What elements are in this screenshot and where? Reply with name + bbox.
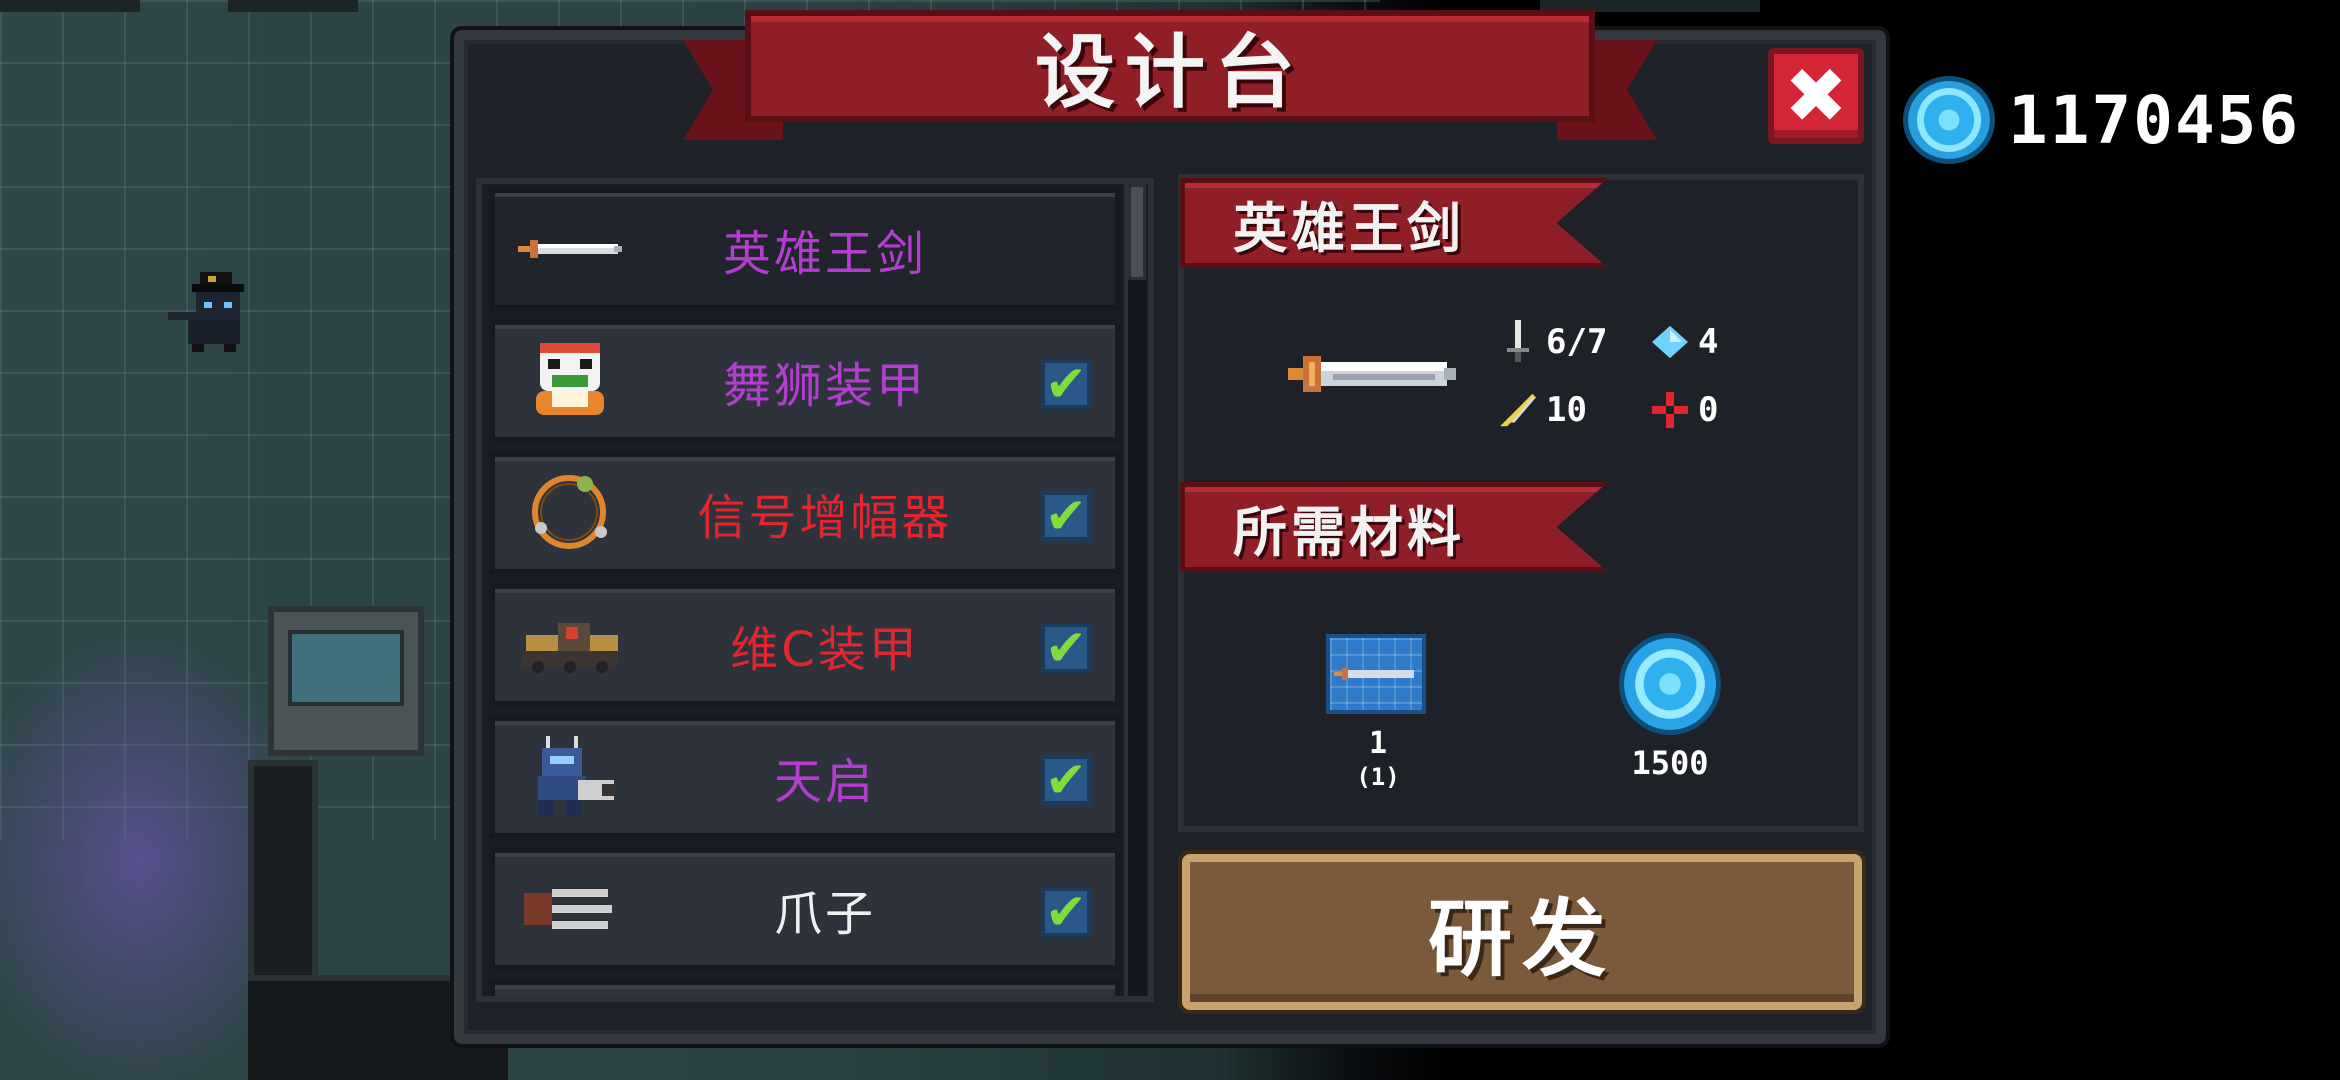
checkmark-icon: ✔ bbox=[1045, 751, 1087, 809]
material-gems: 1500 bbox=[1620, 638, 1720, 782]
owned-checkbox: ✔ bbox=[1041, 755, 1091, 805]
stat-energy: 4 bbox=[1652, 322, 1718, 362]
checkmark-icon: ✔ bbox=[1045, 883, 1087, 941]
item-name: 英雄王剑 bbox=[722, 226, 927, 282]
scroll-thumb[interactable] bbox=[1128, 184, 1146, 280]
wall-segment bbox=[0, 0, 140, 12]
materials-ribbon: 所需材料 bbox=[1180, 482, 1608, 572]
stat-damage-value: 6/7 bbox=[1546, 322, 1608, 362]
list-item-claw[interactable]: 爪子 ✔ bbox=[490, 848, 1120, 970]
claw-icon bbox=[515, 867, 625, 951]
blueprint-list[interactable]: 英雄王剑 舞狮装甲 ✔ 信号增幅器 ✔ 维C装甲 ✔ 天启 ✔ 爪子 ✔ bbox=[476, 178, 1154, 1002]
item-name-ribbon: 英雄王剑 bbox=[1180, 178, 1608, 268]
checkmark-icon: ✔ bbox=[1045, 355, 1087, 413]
material-blueprint: 1 (1) bbox=[1326, 634, 1430, 791]
item-name: 天启 bbox=[773, 754, 876, 810]
list-item-partial[interactable] bbox=[490, 980, 1120, 996]
owned-checkbox: ✔ bbox=[1041, 623, 1091, 673]
item-name: 舞狮装甲 bbox=[722, 358, 927, 414]
materials-title: 所需材料 bbox=[1233, 500, 1465, 564]
list-item-vitamin-c-armor[interactable]: 维C装甲 ✔ bbox=[490, 584, 1120, 706]
lion-dance-icon bbox=[515, 339, 625, 423]
list-scrollbar[interactable] bbox=[1124, 184, 1146, 996]
sword-icon bbox=[515, 207, 625, 291]
list-item-hero-sword[interactable]: 英雄王剑 bbox=[490, 188, 1120, 310]
detail-item-name: 英雄王剑 bbox=[1233, 196, 1465, 260]
title-ribbon: 设计台 bbox=[683, 10, 1657, 140]
owned-checkbox: ✔ bbox=[1041, 887, 1091, 937]
item-name: 信号增幅器 bbox=[697, 490, 953, 546]
stat-spread: 0 bbox=[1652, 390, 1718, 430]
stat-damage: 6/7 bbox=[1500, 320, 1608, 362]
dagger-icon bbox=[1500, 320, 1536, 362]
list-item-signal-amplifier[interactable]: 信号增幅器 ✔ bbox=[490, 452, 1120, 574]
owned-checkbox: ✔ bbox=[1041, 491, 1091, 541]
crosshair-icon bbox=[1652, 390, 1688, 430]
close-icon: ✖ bbox=[1784, 51, 1848, 140]
stat-crit-value: 10 bbox=[1546, 390, 1587, 430]
cat-character-icon bbox=[168, 272, 244, 352]
stat-spread-value: 0 bbox=[1698, 390, 1719, 430]
close-button[interactable]: ✖ bbox=[1768, 48, 1864, 144]
list-item-lion-dance-armor[interactable]: 舞狮装甲 ✔ bbox=[490, 320, 1120, 442]
item-name: 爪子 bbox=[773, 886, 876, 942]
owned-checkbox: ✔ bbox=[1041, 359, 1091, 409]
tank-icon bbox=[515, 603, 625, 687]
computer-terminal bbox=[268, 606, 424, 756]
item-name: 维C装甲 bbox=[730, 622, 920, 678]
checkmark-icon: ✔ bbox=[1045, 487, 1087, 545]
mech-icon bbox=[515, 735, 625, 819]
material-gem-count: 1500 bbox=[1631, 744, 1709, 782]
material-owned: (1) bbox=[1356, 763, 1400, 791]
gem-icon bbox=[1624, 638, 1716, 730]
panel-title: 设计台 bbox=[1035, 26, 1305, 119]
list-item-apocalypse[interactable]: 天启 ✔ bbox=[490, 716, 1120, 838]
ring-icon bbox=[515, 471, 625, 555]
checkmark-icon: ✔ bbox=[1045, 619, 1087, 677]
research-button[interactable]: 研发 bbox=[1182, 854, 1862, 1010]
material-count: 1 bbox=[1368, 726, 1388, 761]
currency-display: 1170456 bbox=[1908, 80, 2300, 160]
stat-crit: 10 bbox=[1500, 390, 1587, 430]
research-label: 研发 bbox=[1427, 889, 1616, 988]
sword-icon bbox=[1288, 356, 1456, 392]
wall-segment bbox=[228, 0, 358, 12]
energy-diamond-icon bbox=[1652, 322, 1688, 362]
currency-amount: 1170456 bbox=[2008, 81, 2301, 159]
stat-energy-value: 4 bbox=[1698, 322, 1719, 362]
crit-blade-icon bbox=[1500, 390, 1536, 430]
gem-icon bbox=[1908, 81, 1990, 159]
blueprint-icon bbox=[1326, 634, 1426, 714]
